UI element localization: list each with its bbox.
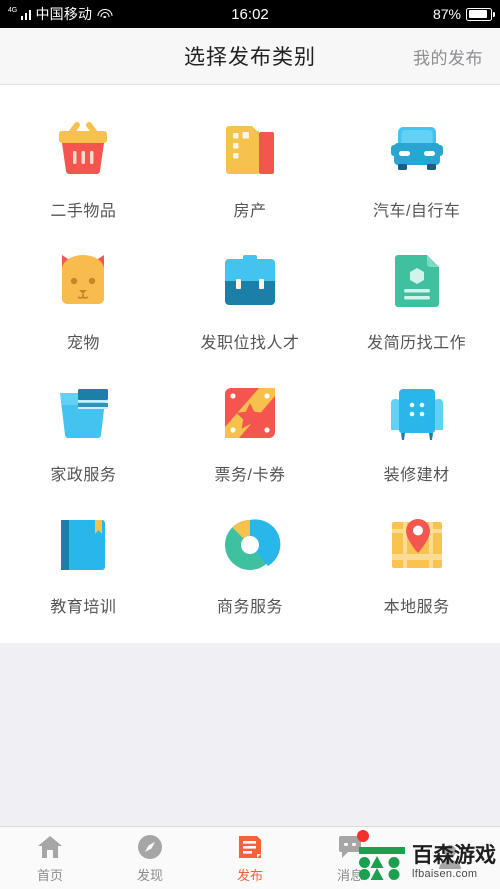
category-cell[interactable]: 教育培训 (0, 495, 167, 627)
category-label: 本地服务 (383, 599, 450, 616)
clock-label: 16:02 (231, 5, 269, 23)
category-label: 商务服务 (216, 599, 283, 616)
tab-label: 首页 (36, 867, 63, 883)
category-cell[interactable]: 本地服务 (333, 495, 500, 627)
watermark-url: lfbaisen.com (412, 868, 478, 880)
armchair-icon (380, 376, 454, 450)
category-cell[interactable]: 二手物品 (0, 99, 167, 231)
tab-compass[interactable]: 发现 (100, 833, 200, 884)
publish-icon (236, 833, 264, 861)
category-label: 教育培训 (50, 599, 117, 616)
unread-badge (357, 829, 369, 842)
my-posts-button[interactable]: 我的发布 (413, 44, 483, 69)
tab-home[interactable]: 首页 (0, 833, 100, 884)
category-label: 票务/卡券 (214, 467, 286, 484)
category-label: 发职位找人才 (200, 335, 300, 352)
home-icon (36, 833, 64, 861)
status-bar-right: 87% (432, 6, 495, 22)
map-pin-icon (380, 508, 454, 582)
category-label: 发简历找工作 (367, 335, 467, 352)
battery-icon (466, 7, 495, 21)
briefcase-icon (213, 244, 287, 318)
tab-label: 发布 (236, 867, 263, 883)
category-label: 二手物品 (50, 203, 117, 220)
compass-icon (136, 833, 164, 861)
category-cell[interactable]: 汽车/自行车 (333, 99, 500, 231)
category-cell[interactable]: 商务服务 (167, 495, 334, 627)
battery-percent-label: 87% (432, 6, 461, 22)
category-label: 宠物 (66, 335, 100, 352)
category-label: 装修建材 (383, 467, 450, 484)
category-cell[interactable]: 房产 (167, 99, 334, 231)
donut-chart-icon (213, 508, 287, 582)
category-cell[interactable]: 家政服务 (0, 363, 167, 495)
category-label: 汽车/自行车 (372, 203, 461, 220)
category-cell[interactable]: 发简历找工作 (333, 231, 500, 363)
category-panel: 二手物品 房产 汽车/自行车 宠物 发职位找人才 发简历找工作 家政服务 票务/… (0, 85, 500, 643)
car-icon (380, 112, 454, 186)
category-label: 房产 (233, 203, 267, 220)
bucket-towel-icon (46, 376, 120, 450)
shopping-basket-icon (46, 112, 120, 186)
category-cell[interactable]: 装修建材 (333, 363, 500, 495)
category-cell[interactable]: 宠物 (0, 231, 167, 363)
category-label: 家政服务 (50, 467, 117, 484)
tab-label: 发现 (136, 867, 163, 883)
category-cell[interactable]: 票务/卡券 (167, 363, 334, 495)
baisen-logo-icon (359, 846, 405, 880)
status-bar: 4G 中国移动 16:02 87% (0, 0, 500, 28)
app-header: 选择发布类别 我的发布 (0, 28, 500, 85)
resume-document-icon (380, 244, 454, 318)
ticket-star-icon (213, 376, 287, 450)
cat-icon (46, 244, 120, 318)
building-icon (213, 112, 287, 186)
site-watermark: 百森游戏 lfbaisen.com (355, 842, 500, 883)
category-cell[interactable]: 发职位找人才 (167, 231, 334, 363)
watermark-name: 百森游戏 (412, 844, 496, 867)
watermark-text: 百森游戏 lfbaisen.com (412, 845, 496, 880)
category-grid: 二手物品 房产 汽车/自行车 宠物 发职位找人才 发简历找工作 家政服务 票务/… (0, 99, 500, 627)
tab-publish[interactable]: 发布 (200, 833, 300, 884)
book-icon (46, 508, 120, 582)
